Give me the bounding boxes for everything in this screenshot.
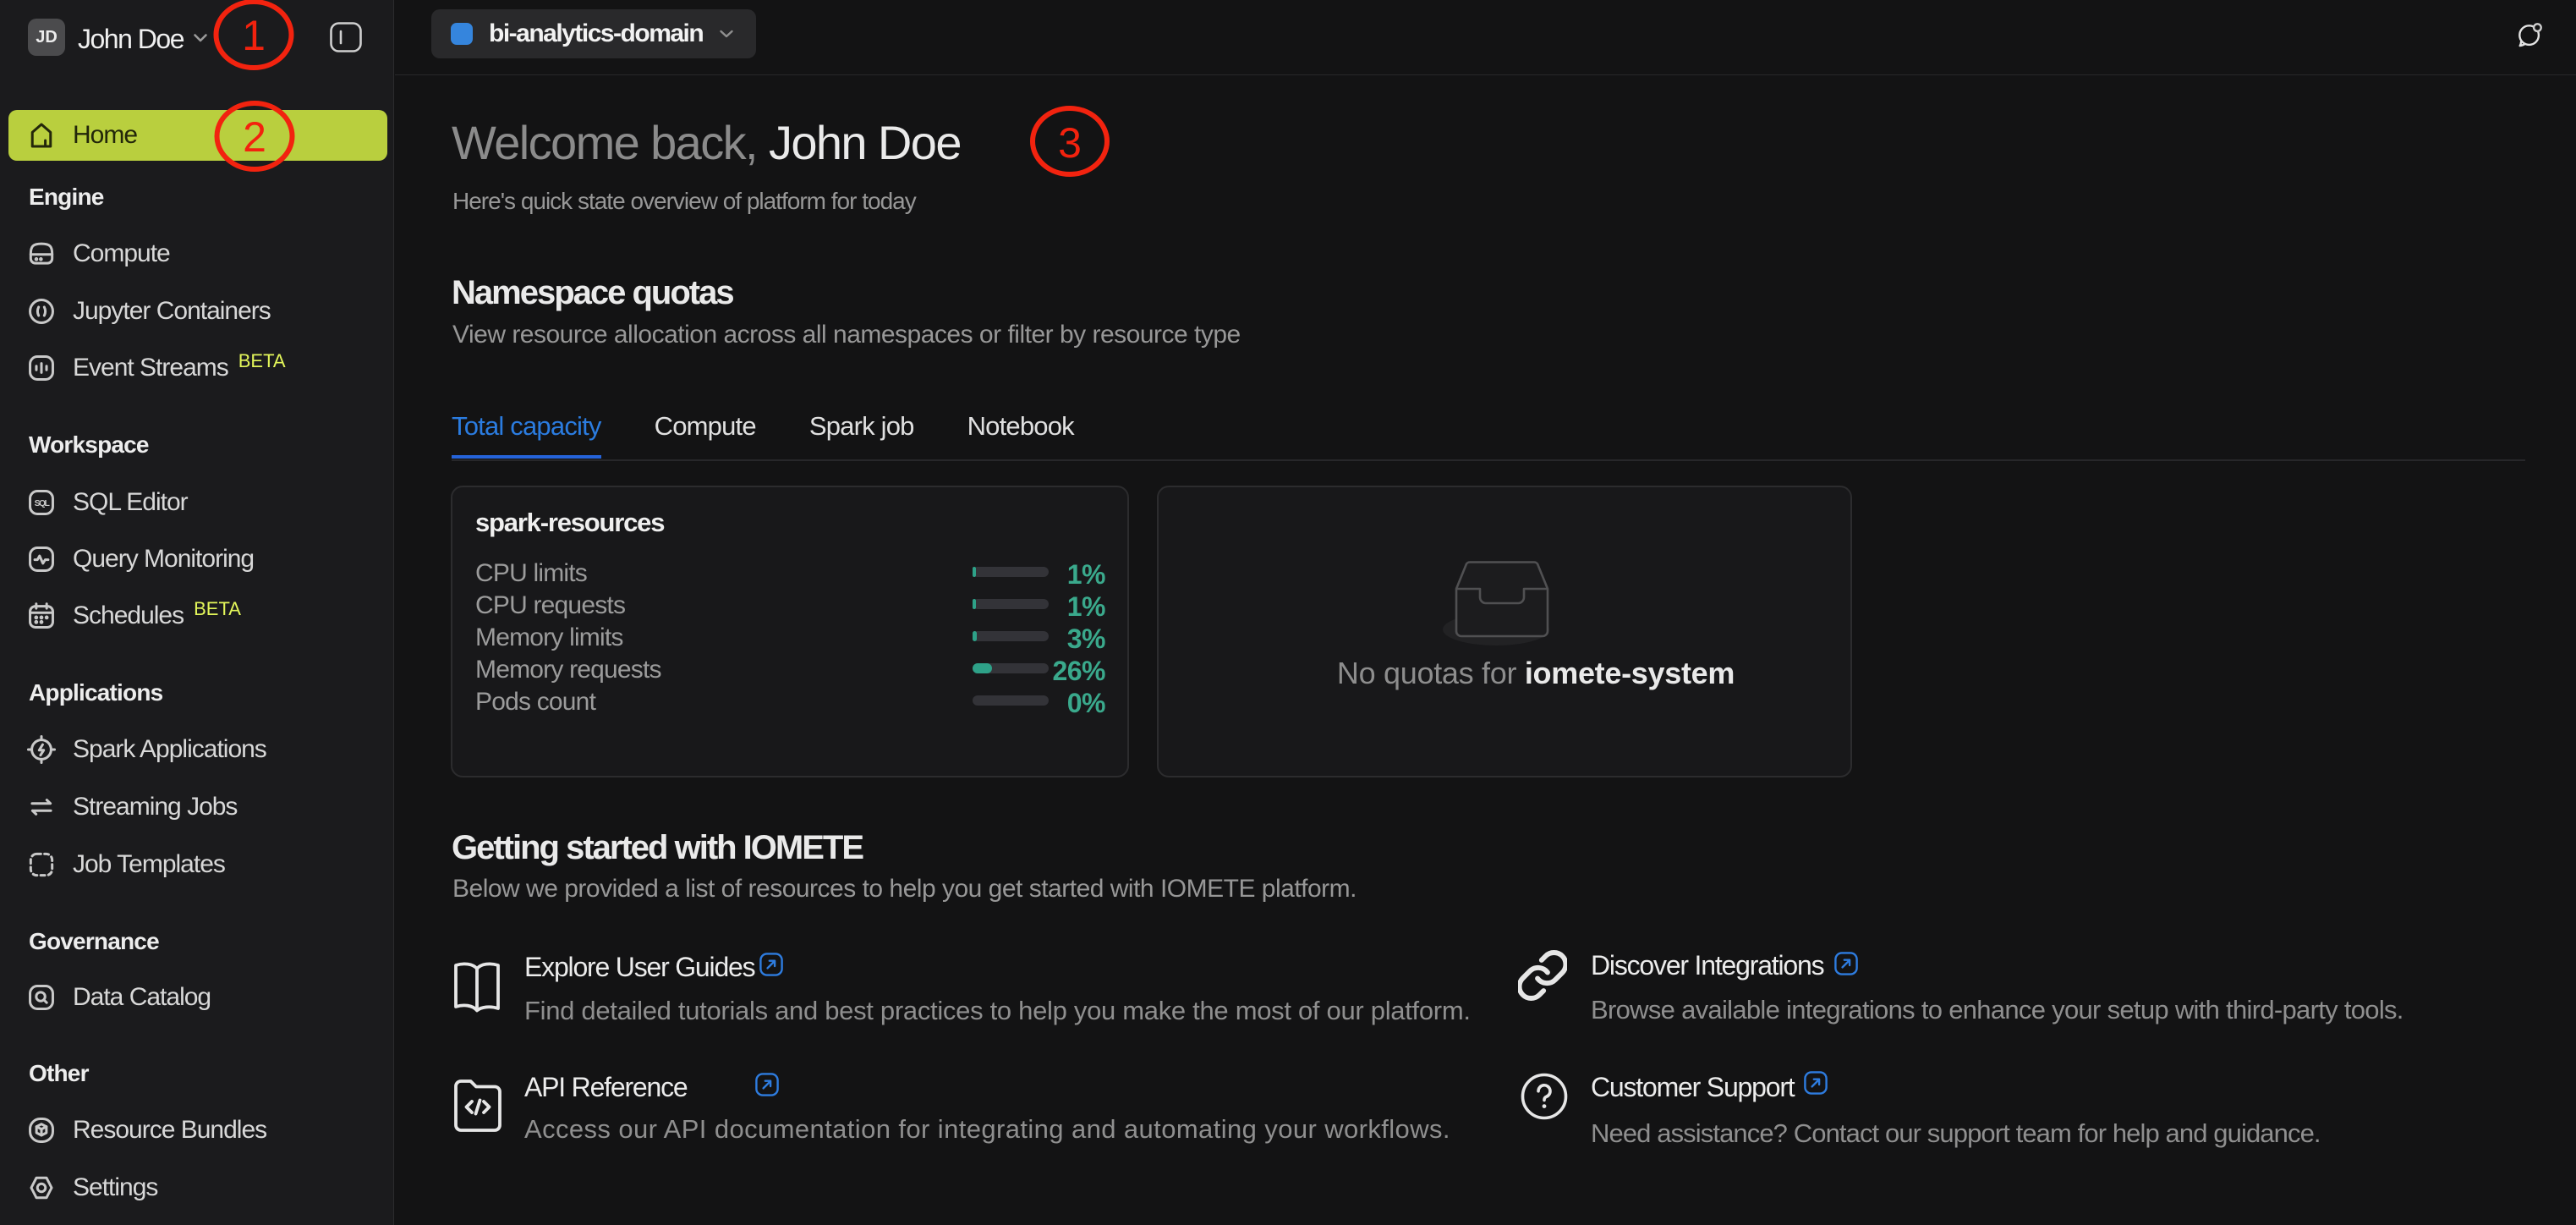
svg-text:SQL: SQL — [35, 499, 51, 508]
